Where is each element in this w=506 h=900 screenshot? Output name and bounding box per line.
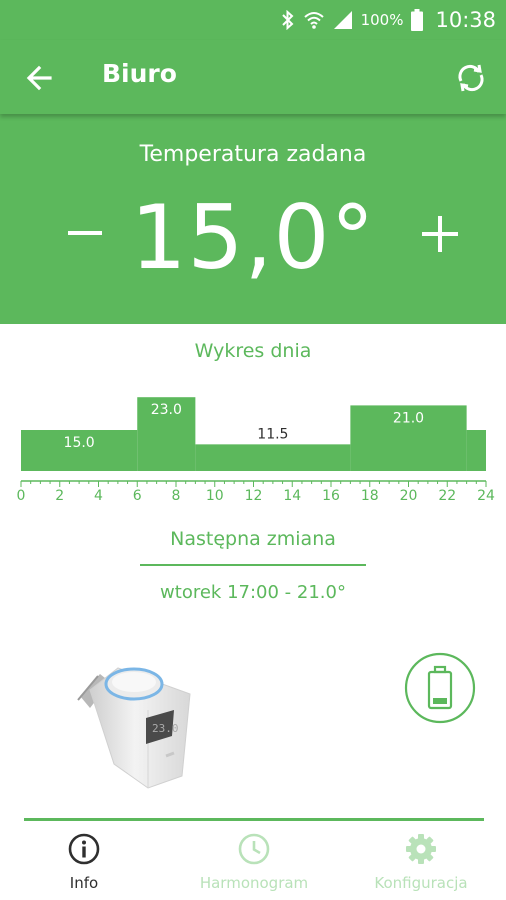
bluetooth-icon xyxy=(281,10,295,30)
device-display: 23.0 xyxy=(152,722,179,735)
battery-percent: 100% xyxy=(360,11,404,29)
next-change-value: wtorek 17:00 - 21.0° xyxy=(160,582,346,603)
clock-time: 10:38 xyxy=(435,8,496,32)
tab-info-label: Info xyxy=(69,874,99,892)
chart-tick-label: 20 xyxy=(400,488,418,504)
setpoint-label: Temperatura zadana xyxy=(139,142,367,167)
sync-button[interactable] xyxy=(452,59,490,97)
chart-tick-label: 2 xyxy=(55,488,64,504)
gear-icon xyxy=(406,834,436,864)
bottom-nav-divider xyxy=(24,818,484,821)
back-button[interactable] xyxy=(22,60,58,96)
chart-tick-label: 12 xyxy=(245,488,263,504)
chart-tick-label: 16 xyxy=(322,488,340,504)
chart-tick-label: 10 xyxy=(206,488,224,504)
status-bar: 100% 10:38 xyxy=(0,0,506,40)
tab-harmonogram-label: Harmonogram xyxy=(199,874,309,892)
increase-temperature-button[interactable] xyxy=(412,206,468,262)
tab-info[interactable]: Info xyxy=(44,830,124,896)
chart-tick-label: 18 xyxy=(361,488,379,504)
setpoint-panel: Temperatura zadana 15,0° xyxy=(0,114,506,324)
tab-harmonogram[interactable]: Harmonogram xyxy=(186,830,322,896)
chart-tick-label: 22 xyxy=(438,488,456,504)
battery-status-button[interactable] xyxy=(404,652,476,724)
chart-data-label-1: 23.0 xyxy=(151,402,182,418)
day-chart: 15.023.011.521.00 2 4 6 8 10 12 14 16 18 20 22 24 xyxy=(17,397,495,504)
chart-tick-label: 6 xyxy=(133,488,142,504)
battery-icon xyxy=(411,9,424,31)
day-chart-title: Wykres dnia xyxy=(194,340,312,362)
chart-tick-label: 0 xyxy=(17,488,26,504)
info-icon xyxy=(68,833,100,865)
chart-bar-2 xyxy=(195,444,351,471)
battery-low-icon xyxy=(404,652,476,724)
chart-bar-4 xyxy=(466,430,486,471)
chart-data-label-3: 21.0 xyxy=(393,410,424,426)
chart-tick-label: 14 xyxy=(283,488,301,504)
next-change-divider xyxy=(140,564,366,566)
chart-tick-label: 4 xyxy=(94,488,103,504)
wifi-icon xyxy=(303,10,325,30)
chart-data-label-0: 15.0 xyxy=(64,435,95,451)
arrow-left-icon xyxy=(26,65,52,91)
chart-tick-label: 24 xyxy=(477,488,495,504)
thermostat-head-image: 23.0 xyxy=(74,660,224,790)
clock-icon xyxy=(238,833,270,865)
sync-icon xyxy=(458,64,484,92)
next-change-title: Następna zmiana xyxy=(170,528,336,550)
tab-konfiguracja-label: Konfiguracja xyxy=(374,874,468,892)
page-title: Biuro xyxy=(102,59,177,88)
chart-tick-label: 8 xyxy=(172,488,181,504)
tab-konfiguracja[interactable]: Konfiguracja xyxy=(356,830,486,896)
app-bar: Biuro xyxy=(0,40,506,114)
chart-data-label-2: 11.5 xyxy=(257,426,288,442)
plus-icon xyxy=(422,216,458,252)
cell-signal-icon xyxy=(333,10,353,30)
